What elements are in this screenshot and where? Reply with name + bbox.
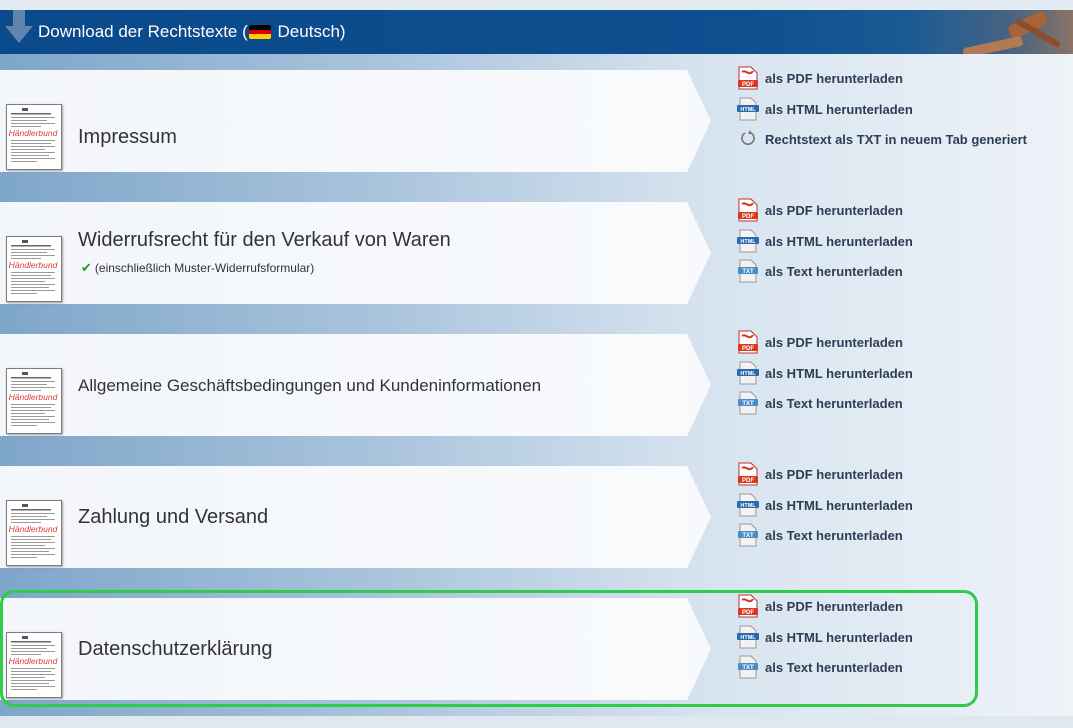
- legal-text-row: Händlerbund Zahlung und Versand PDF als P…: [0, 450, 1073, 582]
- document-card[interactable]: Händlerbund Impressum: [0, 70, 687, 172]
- checkmark-icon: ✔: [81, 260, 92, 275]
- svg-text:PDF: PDF: [742, 346, 754, 352]
- document-card[interactable]: Händlerbund Widerrufsrecht für den Verka…: [0, 202, 687, 304]
- bottom-edge: [0, 716, 1073, 728]
- pdf-icon: PDF: [737, 462, 759, 486]
- pdf-icon: PDF: [737, 330, 759, 354]
- document-title[interactable]: Zahlung und Versand: [78, 506, 268, 529]
- document-subtitle: ✔ (einschließlich Muster-Widerrufsformula…: [81, 260, 315, 275]
- pdf-icon: PDF: [737, 198, 759, 222]
- card-arrow: [687, 70, 711, 172]
- card-arrow: [687, 202, 711, 304]
- svg-text:PDF: PDF: [742, 478, 754, 484]
- legal-text-row: Händlerbund Widerrufsrecht für den Verka…: [0, 186, 1073, 318]
- loading-icon: [737, 127, 759, 151]
- download-link-label: als PDF herunterladen: [765, 335, 903, 350]
- download-link-label: als PDF herunterladen: [765, 467, 903, 482]
- txt-icon: TXT: [737, 259, 759, 283]
- svg-text:HTML: HTML: [740, 371, 756, 377]
- card-arrow: [687, 466, 711, 568]
- download-link-label: als Text herunterladen: [765, 396, 903, 411]
- pdf-icon: PDF: [737, 66, 759, 90]
- document-title[interactable]: Allgemeine Geschäftsbedingungen und Kund…: [78, 376, 541, 396]
- svg-text:TXT: TXT: [742, 533, 754, 539]
- download-link-label: als PDF herunterladen: [765, 71, 903, 86]
- card-arrow: [687, 334, 711, 436]
- svg-text:HTML: HTML: [740, 239, 756, 245]
- download-link-label: als HTML herunterladen: [765, 102, 913, 117]
- top-strip: [0, 0, 1073, 10]
- download-link-label: Rechtstext als TXT in neuem Tab generier…: [765, 132, 1027, 147]
- gavel-icon: [953, 10, 1073, 54]
- section-header: Download der Rechtstexte ( Deutsch): [0, 10, 1073, 54]
- language-label: Deutsch: [277, 22, 340, 41]
- document-thumbnail: Händlerbund: [6, 368, 62, 434]
- document-title[interactable]: Impressum: [78, 126, 177, 149]
- svg-text:Händlerbund: Händlerbund: [9, 260, 58, 270]
- download-link-label: als HTML herunterladen: [765, 234, 913, 249]
- download-link-label: als HTML herunterladen: [765, 498, 913, 513]
- svg-text:Händlerbund: Händlerbund: [9, 392, 58, 402]
- document-thumbnail: Händlerbund: [6, 104, 62, 170]
- svg-text:HTML: HTML: [740, 503, 756, 509]
- document-thumbnail: Händlerbund: [6, 236, 62, 302]
- german-flag-icon: [248, 25, 271, 39]
- document-title[interactable]: Widerrufsrecht für den Verkauf von Waren: [78, 229, 451, 252]
- html-icon: HTML: [737, 361, 759, 385]
- download-link-label: als HTML herunterladen: [765, 366, 913, 381]
- download-arrow-icon: [5, 10, 33, 43]
- svg-text:Händlerbund: Händlerbund: [9, 128, 58, 138]
- legal-text-row: Händlerbund Allgemeine Geschäftsbedingun…: [0, 318, 1073, 450]
- download-link-label: als Text herunterladen: [765, 528, 903, 543]
- html-icon: HTML: [737, 97, 759, 121]
- svg-text:PDF: PDF: [742, 82, 754, 88]
- legal-text-row: Händlerbund Impressum PDF als PDF herunte…: [0, 54, 1073, 186]
- svg-text:Händlerbund: Händlerbund: [9, 524, 58, 534]
- header-title: Download der Rechtstexte ( Deutsch): [38, 22, 346, 41]
- txt-icon: TXT: [737, 391, 759, 415]
- svg-text:TXT: TXT: [742, 269, 754, 275]
- svg-text:TXT: TXT: [742, 401, 754, 407]
- html-icon: HTML: [737, 493, 759, 517]
- document-thumbnail: Händlerbund: [6, 500, 62, 566]
- highlight-frame: [0, 590, 978, 707]
- download-link-label: als Text herunterladen: [765, 264, 903, 279]
- txt-icon: TXT: [737, 523, 759, 547]
- document-card[interactable]: Händlerbund Allgemeine Geschäftsbedingun…: [0, 334, 687, 436]
- html-icon: HTML: [737, 229, 759, 253]
- svg-text:HTML: HTML: [740, 107, 756, 113]
- document-card[interactable]: Händlerbund Zahlung und Versand: [0, 466, 687, 568]
- download-link-label: als PDF herunterladen: [765, 203, 903, 218]
- svg-text:PDF: PDF: [742, 214, 754, 220]
